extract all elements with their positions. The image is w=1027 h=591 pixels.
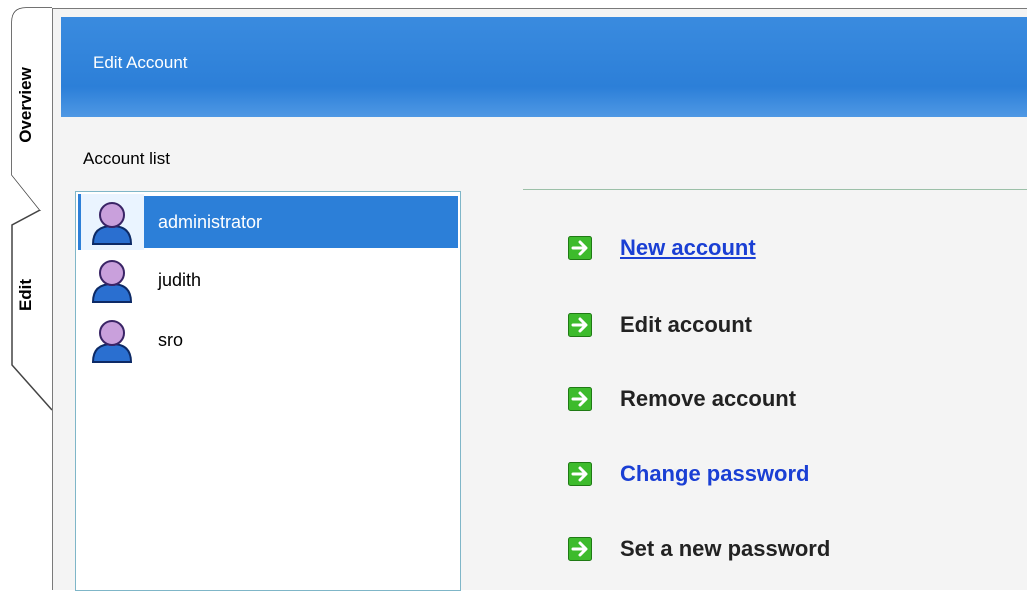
label-wrap: judith xyxy=(144,254,458,306)
header-banner: Edit Account xyxy=(61,17,1027,117)
new-account-label: New account xyxy=(620,235,756,260)
set-new-password-label: Set a new password xyxy=(620,536,831,561)
arrow-right-icon xyxy=(568,313,592,337)
edit-account-label: Edit account xyxy=(620,312,753,337)
label-wrap: sro xyxy=(144,314,458,366)
selected-label-background: administrator xyxy=(144,196,458,248)
account-item-sro[interactable]: sro xyxy=(78,312,458,368)
tab-overview-label: Overview xyxy=(16,67,35,143)
account-name: administrator xyxy=(158,212,263,232)
account-list-label: Account list xyxy=(83,149,170,168)
side-tab-strip: Overview Edit xyxy=(0,0,52,590)
remove-account-label: Remove account xyxy=(620,386,797,411)
tab-edit[interactable]: Edit xyxy=(12,240,40,350)
arrow-right-icon xyxy=(568,387,592,411)
main-panel: Edit Account Account list administrator … xyxy=(52,8,1027,591)
change-password-label: Change password xyxy=(620,461,810,486)
page-title: Edit Account xyxy=(93,53,188,72)
arrow-right-icon xyxy=(568,537,592,561)
account-name: judith xyxy=(158,270,202,290)
tab-edit-label: Edit xyxy=(16,278,35,312)
user-icon xyxy=(91,260,133,303)
account-item-administrator[interactable]: administrator xyxy=(78,194,458,250)
section-divider xyxy=(523,189,1027,190)
user-icon xyxy=(91,202,133,245)
account-name: sro xyxy=(158,330,184,350)
account-item-judith[interactable]: judith xyxy=(78,252,458,308)
tab-overview[interactable]: Overview xyxy=(12,30,40,180)
user-icon xyxy=(91,320,133,363)
account-list[interactable]: administrator judith sro xyxy=(75,191,461,591)
arrow-right-icon xyxy=(568,462,592,486)
arrow-right-icon xyxy=(568,236,592,260)
